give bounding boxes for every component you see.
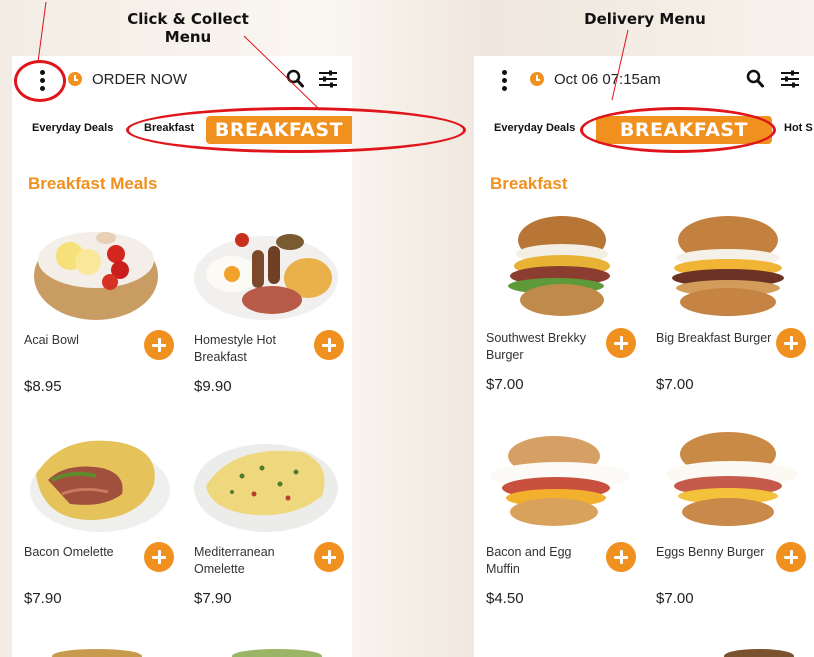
search-icon[interactable] xyxy=(746,69,764,89)
delivery-callout: Delivery Menu xyxy=(584,10,706,28)
menu-item-card[interactable]: Southwest Brekky Burger $7.00 xyxy=(482,214,642,414)
menu-item-name: Mediterranean Omelette xyxy=(194,545,275,576)
add-item-button[interactable] xyxy=(776,328,806,358)
filter-icon[interactable] xyxy=(318,70,338,88)
eggs-benny-burger-image[interactable] xyxy=(654,428,802,536)
category-tabs: Everyday Deals Breakfast BREAKFAST MEALS xyxy=(12,116,352,144)
mediterranean-omelette-image[interactable] xyxy=(192,428,340,536)
menu-item-name: Bacon Omelette xyxy=(24,545,114,559)
menu-item-price: $7.90 xyxy=(194,590,232,607)
menu-item-card[interactable]: Bacon and Egg Muffin $4.50 xyxy=(482,428,642,628)
add-item-button[interactable] xyxy=(314,542,344,572)
bacon-omelette-image[interactable] xyxy=(22,428,170,536)
add-item-button[interactable] xyxy=(776,542,806,572)
big-breakfast-burger-image[interactable] xyxy=(654,214,802,322)
menu-item-price: $7.00 xyxy=(656,376,694,393)
top-bar: Oct 06 07:15am xyxy=(474,56,814,104)
menu-item-name: Homestyle Hot Breakfast xyxy=(194,333,276,364)
menu-item-card[interactable]: Homestyle Hot Breakfast $9.90 xyxy=(190,216,350,416)
add-item-button[interactable] xyxy=(144,330,174,360)
clock-icon xyxy=(530,72,544,86)
kebab-leader-line xyxy=(37,1,47,63)
next-item-image-peek xyxy=(724,649,794,657)
menu-item-price: $4.50 xyxy=(486,590,524,607)
category-tabs: Everyday Deals BREAKFAST Hot S xyxy=(474,116,814,144)
tab-everyday-deals[interactable]: Everyday Deals xyxy=(494,122,575,134)
menu-item-price: $8.95 xyxy=(24,378,62,395)
southwest-brekky-burger-image[interactable] xyxy=(484,214,632,322)
order-now-label[interactable]: ORDER NOW xyxy=(92,71,187,88)
clock-icon xyxy=(68,72,82,86)
menu-item-card[interactable]: Bacon Omelette $7.90 xyxy=(20,428,180,628)
menu-item-price: $7.00 xyxy=(486,376,524,393)
order-time-label[interactable]: Oct 06 07:15am xyxy=(554,71,661,88)
search-icon[interactable] xyxy=(286,69,304,89)
menu-item-price: $9.90 xyxy=(194,378,232,395)
click-collect-screen: ORDER NOW Everyday Deals Breakfast BREAK… xyxy=(12,56,352,657)
menu-item-name: Big Breakfast Burger xyxy=(656,331,772,345)
menu-item-name: Eggs Benny Burger xyxy=(656,545,765,559)
menu-item-price: $7.00 xyxy=(656,590,694,607)
acai-bowl-image[interactable] xyxy=(22,216,170,324)
add-item-button[interactable] xyxy=(144,542,174,572)
section-title: Breakfast xyxy=(490,174,568,193)
top-bar: ORDER NOW xyxy=(12,56,352,104)
menu-item-card[interactable]: Big Breakfast Burger $7.00 xyxy=(652,214,812,414)
filter-icon[interactable] xyxy=(780,70,800,88)
menu-item-price: $7.90 xyxy=(24,590,62,607)
menu-item-card[interactable]: Eggs Benny Burger $7.00 xyxy=(652,428,812,628)
menu-item-name: Southwest Brekky Burger xyxy=(486,331,587,362)
menu-kebab-icon[interactable] xyxy=(38,70,46,92)
menu-item-name: Acai Bowl xyxy=(24,333,79,347)
tab-everyday-deals[interactable]: Everyday Deals xyxy=(32,122,113,134)
hot-breakfast-image[interactable] xyxy=(192,216,340,324)
click-collect-callout: Click & Collect Menu xyxy=(127,10,249,46)
menu-item-name: Bacon and Egg Muffin xyxy=(486,545,572,576)
tab-breakfast[interactable]: Breakfast xyxy=(144,122,194,134)
tab-hot-s[interactable]: Hot S xyxy=(784,122,813,134)
section-title: Breakfast Meals xyxy=(28,174,158,193)
add-item-button[interactable] xyxy=(314,330,344,360)
menu-item-card[interactable]: Acai Bowl $8.95 xyxy=(20,216,180,416)
tab-breakfast[interactable]: BREAKFAST xyxy=(596,116,772,144)
menu-item-card[interactable]: Mediterranean Omelette $7.90 xyxy=(190,428,350,628)
add-item-button[interactable] xyxy=(606,542,636,572)
next-item-image-peek xyxy=(232,649,322,657)
add-item-button[interactable] xyxy=(606,328,636,358)
tab-breakfast-meals[interactable]: BREAKFAST MEALS xyxy=(206,116,352,144)
delivery-screen: Oct 06 07:15am Everyday Deals BREAKFAST … xyxy=(474,56,814,657)
menu-kebab-icon[interactable] xyxy=(500,70,508,92)
next-item-image-peek xyxy=(52,649,142,657)
bacon-egg-muffin-image[interactable] xyxy=(484,428,632,536)
